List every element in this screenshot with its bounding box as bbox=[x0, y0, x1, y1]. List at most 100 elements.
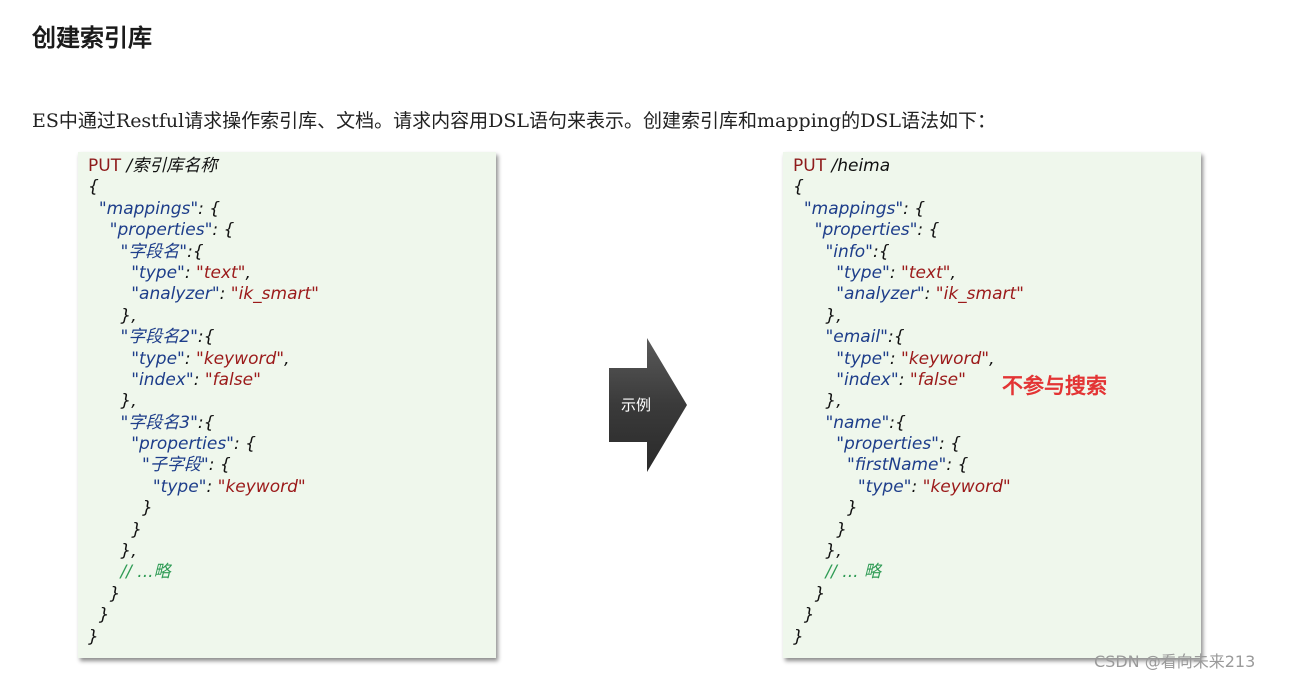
code-body: { "mappings": { "properties": { "字段名":{ … bbox=[88, 177, 496, 648]
code-token: : { bbox=[234, 434, 256, 455]
code-token: "type" bbox=[836, 348, 890, 369]
code-token: } bbox=[793, 583, 826, 604]
code-line: "字段名2":{ bbox=[88, 327, 496, 348]
code-line: // ...略 bbox=[88, 562, 496, 583]
code-token: :{ bbox=[197, 327, 215, 348]
code-token: "firstName" bbox=[847, 455, 947, 476]
code-token: : { bbox=[939, 434, 961, 455]
code-line: "properties": { bbox=[88, 220, 496, 241]
code-line: "email":{ bbox=[793, 327, 1201, 348]
code-token: , bbox=[284, 348, 290, 369]
syntax-code-block: PUT /索引库名称 { "mappings": { "properties":… bbox=[78, 152, 496, 658]
code-token: } bbox=[793, 498, 858, 519]
intro-text: ES中通过Restful请求操作索引库、文档。请求内容用DSL语句来表示。创建索… bbox=[32, 110, 997, 132]
code-token: : bbox=[219, 284, 231, 305]
code-token: { bbox=[793, 177, 804, 198]
code-line: "字段名":{ bbox=[88, 242, 496, 263]
code-token: "false" bbox=[909, 369, 966, 390]
code-line: } bbox=[793, 627, 1201, 648]
code-token: "mappings" bbox=[98, 198, 199, 219]
code-token: }, bbox=[793, 305, 842, 326]
code-line: }, bbox=[88, 541, 496, 562]
code-line: "properties": { bbox=[793, 220, 1201, 241]
code-line: { bbox=[88, 177, 496, 198]
code-token: : bbox=[184, 262, 196, 283]
annotation-note: 不参与搜索 bbox=[1002, 374, 1107, 398]
code-token: : bbox=[889, 348, 901, 369]
code-line: }, bbox=[793, 391, 1201, 412]
code-line: "name":{ bbox=[793, 413, 1201, 434]
code-token: }, bbox=[88, 391, 137, 412]
code-token: "name" bbox=[825, 412, 890, 433]
code-token: "mappings" bbox=[803, 198, 904, 219]
code-token: "ik_smart" bbox=[935, 284, 1024, 305]
code-token: }, bbox=[793, 391, 842, 412]
code-token: : { bbox=[946, 455, 969, 476]
code-token: : { bbox=[198, 198, 221, 219]
code-token: : bbox=[206, 476, 218, 497]
code-token: } bbox=[793, 605, 815, 626]
code-token: : { bbox=[212, 220, 235, 241]
code-token: : bbox=[898, 369, 910, 390]
code-token: : { bbox=[903, 198, 926, 219]
code-token: "index" bbox=[836, 369, 899, 390]
code-line: "子字段": { bbox=[88, 455, 496, 476]
watermark: CSDN @看向未来213 bbox=[1094, 652, 1256, 671]
code-token: "analyzer" bbox=[836, 284, 925, 305]
code-token: , bbox=[950, 262, 956, 283]
code-token: } bbox=[88, 605, 110, 626]
code-line: "mappings": { bbox=[88, 199, 496, 220]
code-token: "子字段" bbox=[142, 455, 209, 476]
code-body: { "mappings": { "properties": { "info":{… bbox=[793, 177, 1201, 648]
code-token: :{ bbox=[887, 327, 905, 348]
request-line: PUT /索引库名称 bbox=[88, 156, 496, 177]
code-line: "firstName": { bbox=[793, 455, 1201, 476]
code-line: "index": "false" bbox=[793, 370, 1201, 391]
code-line: }, bbox=[88, 391, 496, 412]
code-token: "type" bbox=[857, 476, 912, 497]
code-line: } bbox=[88, 584, 496, 605]
code-line: // ... 略 bbox=[793, 562, 1201, 583]
code-line: "index": "false" bbox=[88, 370, 496, 391]
code-token: "properties" bbox=[814, 220, 918, 241]
code-token: }, bbox=[88, 541, 137, 562]
code-line: } bbox=[88, 605, 496, 626]
arrow-label: 示例 bbox=[621, 396, 652, 414]
code-line: "properties": { bbox=[793, 434, 1201, 455]
request-path: /索引库名称 bbox=[121, 156, 218, 176]
code-token: "type" bbox=[131, 348, 185, 369]
code-token: "字段名2" bbox=[120, 327, 198, 348]
request-path: /heima bbox=[826, 156, 891, 176]
code-token: } bbox=[88, 583, 121, 604]
request-line: PUT /heima bbox=[793, 156, 1201, 177]
code-line: "info":{ bbox=[793, 242, 1201, 263]
code-line: }, bbox=[793, 541, 1201, 562]
code-token: } bbox=[88, 626, 99, 647]
code-line: "analyzer": "ik_smart" bbox=[88, 284, 496, 305]
code-token: :{ bbox=[872, 241, 890, 262]
code-token: "analyzer" bbox=[131, 284, 220, 305]
code-token: "info" bbox=[825, 241, 873, 262]
code-token: "false" bbox=[204, 369, 261, 390]
code-token: "keyword" bbox=[217, 476, 306, 497]
code-token: "email" bbox=[825, 327, 888, 348]
code-token: "keyword" bbox=[901, 348, 990, 369]
code-line: "type": "keyword", bbox=[88, 349, 496, 370]
code-line: } bbox=[88, 498, 496, 519]
code-token: // ...略 bbox=[120, 562, 171, 583]
code-line: "mappings": { bbox=[793, 199, 1201, 220]
code-token: "properties" bbox=[109, 220, 213, 241]
code-line: } bbox=[793, 498, 1201, 519]
code-token: "type" bbox=[836, 262, 890, 283]
